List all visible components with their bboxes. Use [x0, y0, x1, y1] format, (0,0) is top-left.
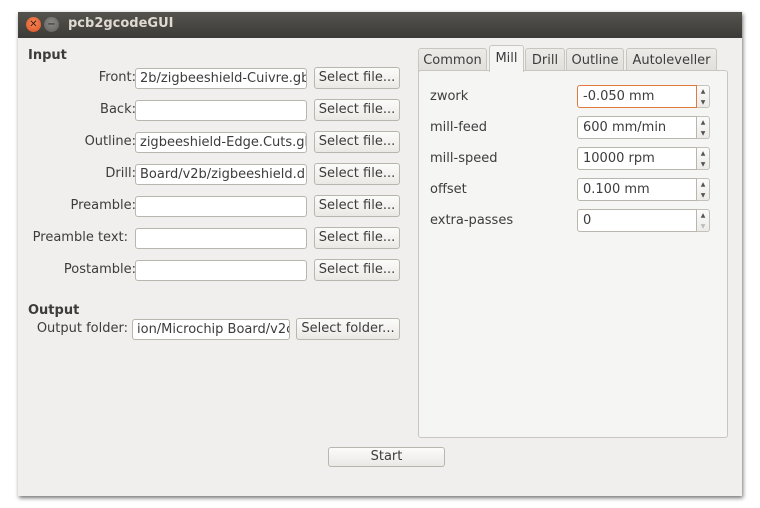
- postamble-select-file-button[interactable]: Select file...: [314, 259, 400, 281]
- zwork-spinbox: -0.050 mm ▲ ▼: [577, 85, 710, 108]
- front-label: Front:: [98, 70, 136, 85]
- outline-file-input[interactable]: zigbeeshield-Edge.Cuts.gbr: [135, 132, 307, 153]
- postamble-label: Postamble:: [63, 262, 136, 277]
- main-window: ✕ − pcb2gcodeGUI Input Front: 2b/zigbees…: [18, 12, 742, 496]
- drill-file-input[interactable]: Board/v2b/zigbeeshield.drl: [135, 164, 307, 185]
- zwork-label: zwork: [430, 89, 469, 104]
- tab-drill[interactable]: Drill: [525, 48, 565, 72]
- select-folder-button[interactable]: Select folder...: [296, 318, 400, 340]
- tab-common[interactable]: Common: [418, 48, 487, 72]
- start-button[interactable]: Start: [328, 447, 445, 467]
- tab-autoleveller[interactable]: Autoleveller: [626, 48, 717, 72]
- offset-label: offset: [430, 182, 467, 197]
- decrement-icon[interactable]: ▼: [697, 97, 709, 108]
- output-section-label: Output: [28, 303, 80, 318]
- preamble-select-file-button[interactable]: Select file...: [314, 195, 400, 217]
- tab-outline[interactable]: Outline: [566, 48, 624, 72]
- increment-icon[interactable]: ▲: [697, 86, 709, 97]
- offset-spinbox: 0.100 mm ▲ ▼: [577, 178, 710, 201]
- tab-mill[interactable]: Mill: [489, 45, 524, 72]
- outline-label: Outline:: [84, 134, 136, 149]
- mill-feed-input[interactable]: 600 mm/min: [577, 116, 697, 139]
- increment-icon[interactable]: ▲: [697, 148, 709, 159]
- extra-passes-spinbox: 0 ▲ ▼: [577, 209, 710, 232]
- offset-input[interactable]: 0.100 mm: [577, 178, 697, 201]
- increment-icon[interactable]: ▲: [697, 210, 709, 221]
- extra-passes-input[interactable]: 0: [577, 209, 697, 232]
- input-section-label: Input: [28, 48, 67, 63]
- increment-icon[interactable]: ▲: [697, 179, 709, 190]
- back-select-file-button[interactable]: Select file...: [314, 99, 400, 121]
- window-title: pcb2gcodeGUI: [68, 16, 174, 31]
- decrement-icon[interactable]: ▼: [697, 221, 709, 232]
- minimize-icon[interactable]: −: [44, 17, 59, 32]
- mill-feed-label: mill-feed: [430, 120, 488, 135]
- zwork-input[interactable]: -0.050 mm: [577, 85, 697, 108]
- mill-speed-label: mill-speed: [430, 151, 498, 166]
- front-select-file-button[interactable]: Select file...: [314, 67, 400, 89]
- drill-label: Drill:: [105, 166, 136, 181]
- drill-select-file-button[interactable]: Select file...: [314, 163, 400, 185]
- decrement-icon[interactable]: ▼: [697, 128, 709, 139]
- postamble-file-input[interactable]: [135, 260, 307, 281]
- increment-icon[interactable]: ▲: [697, 117, 709, 128]
- front-file-input[interactable]: 2b/zigbeeshield-Cuivre.gbr: [135, 68, 307, 89]
- mill-speed-spinbox: 10000 rpm ▲ ▼: [577, 147, 710, 170]
- preamble-text-label: Preamble text:: [32, 230, 128, 245]
- title-bar: ✕ − pcb2gcodeGUI: [18, 12, 742, 38]
- back-label: Back:: [100, 102, 136, 117]
- preamble-text-select-file-button[interactable]: Select file...: [314, 227, 400, 249]
- back-file-input[interactable]: [135, 100, 307, 121]
- decrement-icon[interactable]: ▼: [697, 190, 709, 201]
- extra-passes-label: extra-passes: [430, 213, 514, 228]
- output-folder-label: Output folder:: [36, 321, 128, 336]
- decrement-icon[interactable]: ▼: [697, 159, 709, 170]
- preamble-text-file-input[interactable]: [135, 228, 307, 249]
- mill-speed-input[interactable]: 10000 rpm: [577, 147, 697, 170]
- preamble-file-input[interactable]: [135, 196, 307, 217]
- mill-feed-spinbox: 600 mm/min ▲ ▼: [577, 116, 710, 139]
- close-icon[interactable]: ✕: [26, 17, 41, 32]
- preamble-label: Preamble:: [70, 198, 136, 213]
- outline-select-file-button[interactable]: Select file...: [314, 131, 400, 153]
- output-folder-input[interactable]: ion/Microchip Board/v2c: [132, 319, 290, 340]
